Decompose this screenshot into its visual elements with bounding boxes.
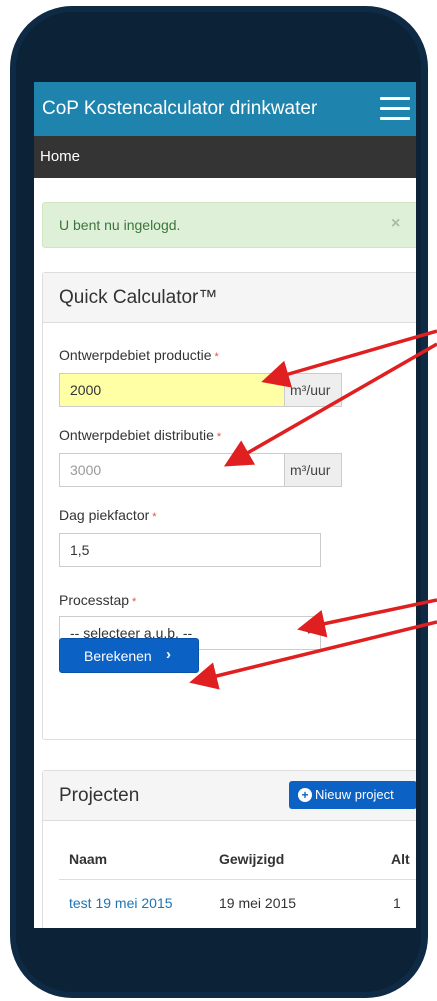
alert-message: U bent nu ingelogd. <box>59 217 181 233</box>
hamburger-bar <box>380 107 410 110</box>
required-marker: * <box>214 351 219 363</box>
hamburger-bar <box>380 97 410 100</box>
label-text: Processtap <box>59 592 130 608</box>
berekenen-button[interactable]: Berekenen › <box>59 638 199 673</box>
unit-addon: m³/uur <box>284 373 342 407</box>
panel-title: Quick Calculator™ <box>59 287 218 308</box>
panel-heading: Projecten + Nieuw project <box>43 771 416 821</box>
project-modified-date: 19 mei 2015 <box>219 895 297 911</box>
required-marker: * <box>132 596 137 608</box>
project-name-link[interactable]: test 19 mei 2015 <box>69 895 173 911</box>
chevron-down-icon: ▼ <box>304 626 314 637</box>
label-text: Dag piekfactor <box>59 507 150 523</box>
distributie-input[interactable]: 3000 <box>59 453 285 487</box>
new-project-button[interactable]: + Nieuw project <box>289 781 416 809</box>
plus-circle-icon: + <box>298 788 312 802</box>
unit-addon: m³/uur <box>284 453 342 487</box>
close-icon[interactable]: × <box>391 215 400 233</box>
projects-panel: Projecten + Nieuw project Naam Gewijzigd… <box>42 770 416 928</box>
field-label-processtap: Processtap * <box>59 592 136 608</box>
app-screen: CoP Kostencalculator drinkwater Home U b… <box>34 82 416 928</box>
login-success-alert: U bent nu ingelogd. × <box>42 202 416 248</box>
field-label-piekfactor: Dag piekfactor * <box>59 507 157 523</box>
required-marker: * <box>216 431 222 443</box>
hamburger-menu-icon[interactable] <box>380 97 410 121</box>
button-label: Berekenen <box>84 648 152 664</box>
quick-calculator-panel: Quick Calculator™ Ontwerpdebiet producti… <box>42 272 416 740</box>
app-title[interactable]: CoP Kostencalculator drinkwater <box>42 98 317 120</box>
panel-heading: Quick Calculator™ <box>43 273 416 323</box>
label-text: Ontwerpdebiet distributie <box>59 427 214 443</box>
field-label-productie: Ontwerpdebiet productie * <box>59 347 219 363</box>
field-label-distributie: Ontwerpdebiet distributie * <box>59 427 221 443</box>
breadcrumb-bar: Home <box>34 136 416 178</box>
piekfactor-input[interactable]: 1,5 <box>59 533 321 567</box>
label-text: Ontwerpdebiet productie <box>59 347 212 363</box>
hamburger-bar <box>380 117 410 120</box>
table-divider <box>59 879 416 880</box>
chevron-right-icon: › <box>166 646 171 663</box>
nav-home-link[interactable]: Home <box>40 148 80 165</box>
column-header-gewijzigd[interactable]: Gewijzigd <box>219 851 284 867</box>
button-label: Nieuw project <box>315 787 394 802</box>
column-header-naam[interactable]: Naam <box>69 851 107 867</box>
required-marker: * <box>152 511 157 523</box>
top-navbar: CoP Kostencalculator drinkwater <box>34 82 416 136</box>
project-alt-count: 1 <box>393 895 401 911</box>
column-header-alt[interactable]: Alt <box>391 851 410 867</box>
productie-input[interactable]: 2000 <box>59 373 285 407</box>
panel-title: Projecten <box>59 785 140 806</box>
